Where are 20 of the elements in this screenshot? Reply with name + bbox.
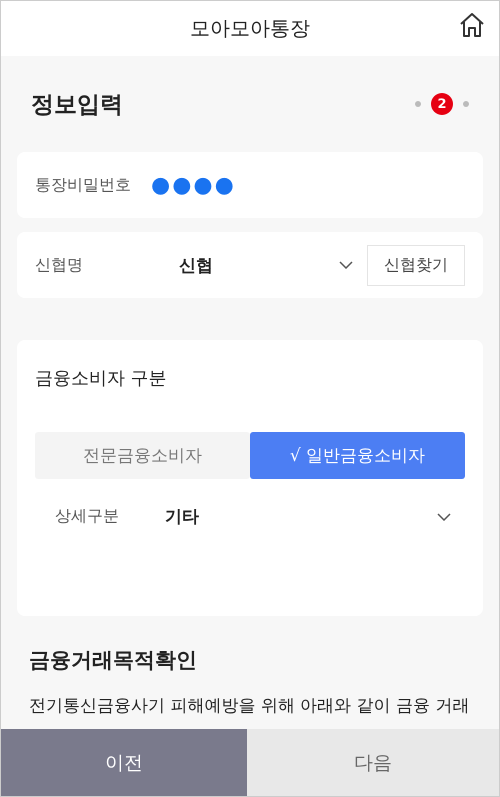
section-title: 금융거래목적확인 xyxy=(29,647,198,674)
chevron-down-icon xyxy=(437,512,451,520)
detail-label: 상세구분 xyxy=(55,506,120,527)
consumer-type-tab[interactable]: √ 일반금융소비자 xyxy=(250,432,465,479)
previous-button[interactable]: 이전 xyxy=(1,729,247,796)
find-union-button[interactable]: 신협찾기 xyxy=(367,244,465,286)
password-field[interactable]: ●●●● xyxy=(151,172,236,198)
step-badge: 2 xyxy=(431,93,453,115)
page-title: 정보입력 xyxy=(31,90,123,120)
home-icon[interactable] xyxy=(459,12,485,38)
detail-select[interactable]: 기타 xyxy=(165,505,465,528)
consumer-title: 금융소비자 구분 xyxy=(35,367,168,390)
consumer-type-tab[interactable]: 전문금융소비자 xyxy=(35,432,250,479)
screen-title: 모아모아통장 xyxy=(190,15,310,42)
chevron-down-icon xyxy=(339,261,353,269)
password-label: 통장비밀번호 xyxy=(35,174,131,196)
union-select[interactable]: 신협 xyxy=(179,254,367,276)
next-button[interactable]: 다음 xyxy=(247,729,499,796)
description-text: 전기통신금융사기 피해예방을 위해 아래와 같이 금융 거래 xyxy=(29,695,470,718)
union-label: 신협명 xyxy=(35,254,84,276)
